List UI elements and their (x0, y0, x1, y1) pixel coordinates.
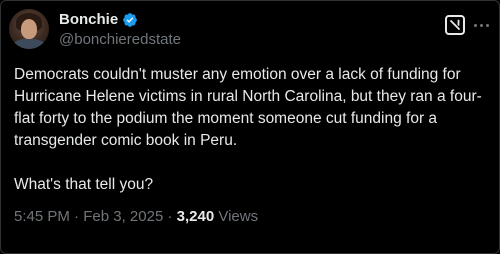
tweet-paragraph-2: What's that tell you? (14, 176, 154, 193)
name-row: Bonchie (59, 10, 181, 30)
views-label: Views (218, 208, 259, 225)
avatar[interactable] (9, 9, 49, 49)
meta-separator: · (167, 208, 173, 225)
display-name[interactable]: Bonchie (59, 10, 118, 30)
views-count: 3,240 (176, 208, 215, 225)
avatar-shirt (13, 39, 45, 49)
avatar-face (21, 19, 37, 39)
tweet-text: Democrats couldn't muster any emotion ov… (14, 64, 489, 196)
grok-glyph (450, 19, 460, 30)
post-date[interactable]: Feb 3, 2025 (83, 208, 163, 225)
tweet-header: Bonchie @bonchieredstate (9, 7, 491, 51)
verified-badge-icon (123, 12, 138, 27)
tweet-meta: 5:45 PM · Feb 3, 2025 · 3,240 Views (14, 207, 258, 227)
post-time[interactable]: 5:45 PM (14, 208, 70, 225)
tweet-card: Bonchie @bonchieredstate Democrats could… (0, 0, 500, 254)
meta-separator: · (74, 208, 80, 225)
user-handle[interactable]: @bonchieredstate (59, 30, 181, 49)
more-icon[interactable] (471, 15, 491, 35)
user-info: Bonchie @bonchieredstate (59, 10, 181, 49)
grok-icon[interactable] (445, 15, 465, 35)
tweet-paragraph-1: Democrats couldn't muster any emotion ov… (14, 66, 482, 149)
